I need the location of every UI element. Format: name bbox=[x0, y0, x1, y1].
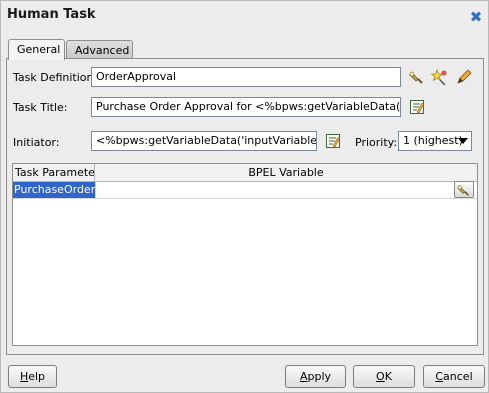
task-definition-field[interactable]: OrderApproval bbox=[91, 67, 401, 87]
table-header: Task Parameters BPEL Variable bbox=[13, 164, 477, 182]
priority-select[interactable]: 1 (highest) bbox=[398, 131, 472, 151]
help-button[interactable]: Help bbox=[8, 365, 57, 388]
flashlight-icon bbox=[457, 184, 469, 196]
tab-general[interactable]: General bbox=[8, 39, 65, 60]
task-title-field[interactable]: Purchase Order Approval for <%bpws:getVa… bbox=[91, 97, 401, 117]
chevron-down-icon bbox=[458, 138, 468, 144]
column-header-task-parameters[interactable]: Task Parameters bbox=[13, 164, 95, 182]
star-add-icon[interactable] bbox=[430, 68, 448, 86]
cancel-button[interactable]: Cancel bbox=[423, 365, 485, 388]
priority-label: Priority: bbox=[355, 136, 398, 149]
task-definition-label: Task Definition: bbox=[13, 71, 98, 84]
human-task-dialog: Human Task ✖ General Advanced Task Defin… bbox=[0, 0, 489, 393]
task-title-label: Task Title: bbox=[13, 101, 68, 114]
initiator-label: Initiator: bbox=[13, 136, 60, 149]
apply-button[interactable]: Apply bbox=[285, 365, 346, 388]
expression-builder-icon[interactable] bbox=[408, 98, 426, 116]
bpel-variable-cell[interactable] bbox=[95, 182, 453, 198]
task-parameter-cell[interactable]: PurchaseOrder bbox=[13, 182, 95, 198]
initiator-field[interactable]: <%bpws:getVariableData('inputVariable','… bbox=[91, 131, 317, 151]
ok-button[interactable]: OK bbox=[353, 365, 415, 388]
table-row[interactable]: PurchaseOrder bbox=[13, 181, 477, 199]
dialog-title: Human Task bbox=[7, 7, 96, 22]
flashlight-icon[interactable] bbox=[408, 68, 426, 86]
browse-variable-button[interactable] bbox=[454, 181, 474, 198]
task-parameters-table: Task Parameters BPEL Variable PurchaseOr… bbox=[12, 163, 478, 346]
pencil-icon[interactable] bbox=[455, 68, 473, 86]
expression-builder-icon[interactable] bbox=[324, 132, 342, 150]
tab-advanced[interactable]: Advanced bbox=[66, 40, 133, 59]
close-icon[interactable]: ✖ bbox=[468, 9, 484, 25]
column-header-bpel-variable[interactable]: BPEL Variable bbox=[95, 164, 477, 182]
priority-value: 1 (highest) bbox=[403, 134, 463, 147]
